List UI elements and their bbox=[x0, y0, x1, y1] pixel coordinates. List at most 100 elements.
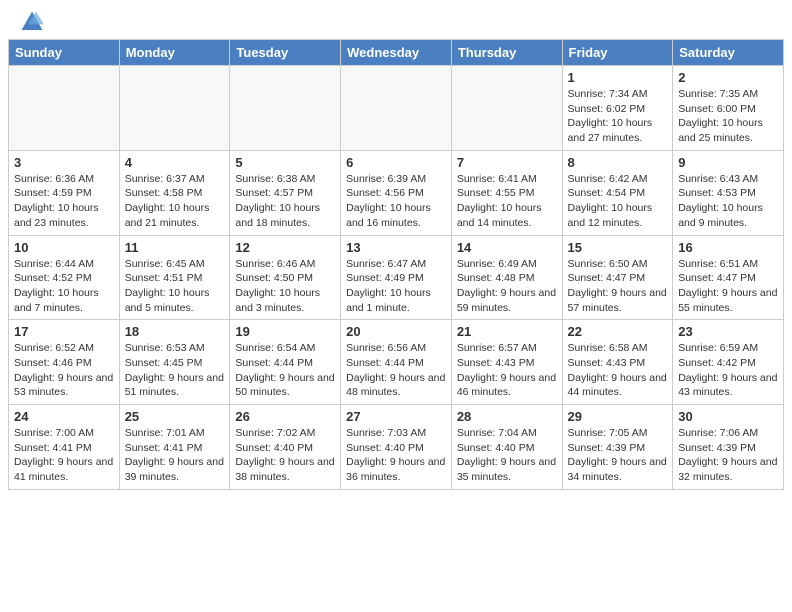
day-cell: 7 Sunrise: 6:41 AM Sunset: 4:55 PM Daylig… bbox=[451, 150, 562, 235]
day-info: Sunrise: 6:41 AM Sunset: 4:55 PM Dayligh… bbox=[457, 172, 557, 231]
day-info: Sunrise: 6:52 AM Sunset: 4:46 PM Dayligh… bbox=[14, 341, 114, 400]
day-number: 26 bbox=[235, 409, 335, 424]
day-header-thursday: Thursday bbox=[451, 40, 562, 66]
day-cell: 20 Sunrise: 6:56 AM Sunset: 4:44 PM Dayli… bbox=[341, 320, 452, 405]
day-number: 7 bbox=[457, 155, 557, 170]
day-number: 30 bbox=[678, 409, 778, 424]
day-info: Sunrise: 6:49 AM Sunset: 4:48 PM Dayligh… bbox=[457, 257, 557, 316]
day-header-tuesday: Tuesday bbox=[230, 40, 341, 66]
day-info: Sunrise: 7:01 AM Sunset: 4:41 PM Dayligh… bbox=[125, 426, 225, 485]
day-info: Sunrise: 6:45 AM Sunset: 4:51 PM Dayligh… bbox=[125, 257, 225, 316]
day-cell: 11 Sunrise: 6:45 AM Sunset: 4:51 PM Dayli… bbox=[119, 235, 230, 320]
day-number: 19 bbox=[235, 324, 335, 339]
day-header-saturday: Saturday bbox=[673, 40, 784, 66]
day-cell: 6 Sunrise: 6:39 AM Sunset: 4:56 PM Daylig… bbox=[341, 150, 452, 235]
day-number: 28 bbox=[457, 409, 557, 424]
day-info: Sunrise: 7:35 AM Sunset: 6:00 PM Dayligh… bbox=[678, 87, 778, 146]
day-info: Sunrise: 6:39 AM Sunset: 4:56 PM Dayligh… bbox=[346, 172, 446, 231]
day-info: Sunrise: 6:51 AM Sunset: 4:47 PM Dayligh… bbox=[678, 257, 778, 316]
day-info: Sunrise: 7:05 AM Sunset: 4:39 PM Dayligh… bbox=[568, 426, 668, 485]
day-cell: 3 Sunrise: 6:36 AM Sunset: 4:59 PM Daylig… bbox=[9, 150, 120, 235]
day-info: Sunrise: 6:54 AM Sunset: 4:44 PM Dayligh… bbox=[235, 341, 335, 400]
day-info: Sunrise: 6:58 AM Sunset: 4:43 PM Dayligh… bbox=[568, 341, 668, 400]
day-info: Sunrise: 6:37 AM Sunset: 4:58 PM Dayligh… bbox=[125, 172, 225, 231]
day-header-sunday: Sunday bbox=[9, 40, 120, 66]
day-number: 5 bbox=[235, 155, 335, 170]
day-number: 29 bbox=[568, 409, 668, 424]
day-info: Sunrise: 6:53 AM Sunset: 4:45 PM Dayligh… bbox=[125, 341, 225, 400]
day-cell: 1Sunrise: 7:34 AM Sunset: 6:02 PM Daylig… bbox=[562, 66, 673, 151]
day-info: Sunrise: 6:50 AM Sunset: 4:47 PM Dayligh… bbox=[568, 257, 668, 316]
day-cell: 10 Sunrise: 6:44 AM Sunset: 4:52 PM Dayli… bbox=[9, 235, 120, 320]
day-cell: 28 Sunrise: 7:04 AM Sunset: 4:40 PM Dayli… bbox=[451, 405, 562, 490]
day-info: Sunrise: 7:00 AM Sunset: 4:41 PM Dayligh… bbox=[14, 426, 114, 485]
day-cell: 13 Sunrise: 6:47 AM Sunset: 4:49 PM Dayli… bbox=[341, 235, 452, 320]
day-info: Sunrise: 6:44 AM Sunset: 4:52 PM Dayligh… bbox=[14, 257, 114, 316]
day-number: 6 bbox=[346, 155, 446, 170]
day-number: 18 bbox=[125, 324, 225, 339]
week-row-3: 17 Sunrise: 6:52 AM Sunset: 4:46 PM Dayli… bbox=[9, 320, 784, 405]
day-cell: 27 Sunrise: 7:03 AM Sunset: 4:40 PM Dayli… bbox=[341, 405, 452, 490]
day-info: Sunrise: 6:47 AM Sunset: 4:49 PM Dayligh… bbox=[346, 257, 446, 316]
week-row-2: 10 Sunrise: 6:44 AM Sunset: 4:52 PM Dayli… bbox=[9, 235, 784, 320]
day-cell: 14Sunrise: 6:49 AM Sunset: 4:48 PM Dayli… bbox=[451, 235, 562, 320]
day-number: 4 bbox=[125, 155, 225, 170]
day-cell bbox=[451, 66, 562, 151]
logo bbox=[20, 10, 48, 34]
day-info: Sunrise: 6:43 AM Sunset: 4:53 PM Dayligh… bbox=[678, 172, 778, 231]
day-header-wednesday: Wednesday bbox=[341, 40, 452, 66]
day-cell bbox=[119, 66, 230, 151]
day-number: 15 bbox=[568, 240, 668, 255]
day-number: 21 bbox=[457, 324, 557, 339]
day-number: 2 bbox=[678, 70, 778, 85]
day-number: 20 bbox=[346, 324, 446, 339]
day-number: 11 bbox=[125, 240, 225, 255]
day-cell: 4 Sunrise: 6:37 AM Sunset: 4:58 PM Daylig… bbox=[119, 150, 230, 235]
day-cell: 15 Sunrise: 6:50 AM Sunset: 4:47 PM Dayli… bbox=[562, 235, 673, 320]
day-cell: 24 Sunrise: 7:00 AM Sunset: 4:41 PM Dayli… bbox=[9, 405, 120, 490]
week-row-1: 3 Sunrise: 6:36 AM Sunset: 4:59 PM Daylig… bbox=[9, 150, 784, 235]
day-number: 16 bbox=[678, 240, 778, 255]
day-info: Sunrise: 7:03 AM Sunset: 4:40 PM Dayligh… bbox=[346, 426, 446, 485]
day-cell: 25 Sunrise: 7:01 AM Sunset: 4:41 PM Dayli… bbox=[119, 405, 230, 490]
day-number: 12 bbox=[235, 240, 335, 255]
day-number: 3 bbox=[14, 155, 114, 170]
day-info: Sunrise: 6:38 AM Sunset: 4:57 PM Dayligh… bbox=[235, 172, 335, 231]
day-cell: 26 Sunrise: 7:02 AM Sunset: 4:40 PM Dayli… bbox=[230, 405, 341, 490]
day-number: 22 bbox=[568, 324, 668, 339]
day-info: Sunrise: 7:06 AM Sunset: 4:39 PM Dayligh… bbox=[678, 426, 778, 485]
day-number: 27 bbox=[346, 409, 446, 424]
day-info: Sunrise: 6:57 AM Sunset: 4:43 PM Dayligh… bbox=[457, 341, 557, 400]
day-number: 23 bbox=[678, 324, 778, 339]
day-info: Sunrise: 6:36 AM Sunset: 4:59 PM Dayligh… bbox=[14, 172, 114, 231]
day-cell: 2 Sunrise: 7:35 AM Sunset: 6:00 PM Daylig… bbox=[673, 66, 784, 151]
day-info: Sunrise: 6:56 AM Sunset: 4:44 PM Dayligh… bbox=[346, 341, 446, 400]
logo-icon bbox=[20, 10, 44, 34]
day-cell: 23 Sunrise: 6:59 AM Sunset: 4:42 PM Dayli… bbox=[673, 320, 784, 405]
day-cell: 9 Sunrise: 6:43 AM Sunset: 4:53 PM Daylig… bbox=[673, 150, 784, 235]
week-row-4: 24 Sunrise: 7:00 AM Sunset: 4:41 PM Dayli… bbox=[9, 405, 784, 490]
day-cell bbox=[230, 66, 341, 151]
day-cell: 19 Sunrise: 6:54 AM Sunset: 4:44 PM Dayli… bbox=[230, 320, 341, 405]
day-cell: 18 Sunrise: 6:53 AM Sunset: 4:45 PM Dayli… bbox=[119, 320, 230, 405]
day-cell: 16 Sunrise: 6:51 AM Sunset: 4:47 PM Dayli… bbox=[673, 235, 784, 320]
day-number: 17 bbox=[14, 324, 114, 339]
day-header-friday: Friday bbox=[562, 40, 673, 66]
week-row-0: 1Sunrise: 7:34 AM Sunset: 6:02 PM Daylig… bbox=[9, 66, 784, 151]
day-cell: 8 Sunrise: 6:42 AM Sunset: 4:54 PM Daylig… bbox=[562, 150, 673, 235]
day-number: 9 bbox=[678, 155, 778, 170]
day-number: 10 bbox=[14, 240, 114, 255]
day-info: Sunrise: 6:59 AM Sunset: 4:42 PM Dayligh… bbox=[678, 341, 778, 400]
day-info: Sunrise: 7:02 AM Sunset: 4:40 PM Dayligh… bbox=[235, 426, 335, 485]
day-number: 13 bbox=[346, 240, 446, 255]
day-cell: 17 Sunrise: 6:52 AM Sunset: 4:46 PM Dayli… bbox=[9, 320, 120, 405]
day-info: Sunrise: 6:42 AM Sunset: 4:54 PM Dayligh… bbox=[568, 172, 668, 231]
day-info: Sunrise: 6:46 AM Sunset: 4:50 PM Dayligh… bbox=[235, 257, 335, 316]
day-cell: 5 Sunrise: 6:38 AM Sunset: 4:57 PM Daylig… bbox=[230, 150, 341, 235]
day-number: 25 bbox=[125, 409, 225, 424]
day-info: Sunrise: 7:04 AM Sunset: 4:40 PM Dayligh… bbox=[457, 426, 557, 485]
day-number: 24 bbox=[14, 409, 114, 424]
calendar: SundayMondayTuesdayWednesdayThursdayFrid… bbox=[8, 39, 784, 490]
day-number: 8 bbox=[568, 155, 668, 170]
day-cell bbox=[9, 66, 120, 151]
